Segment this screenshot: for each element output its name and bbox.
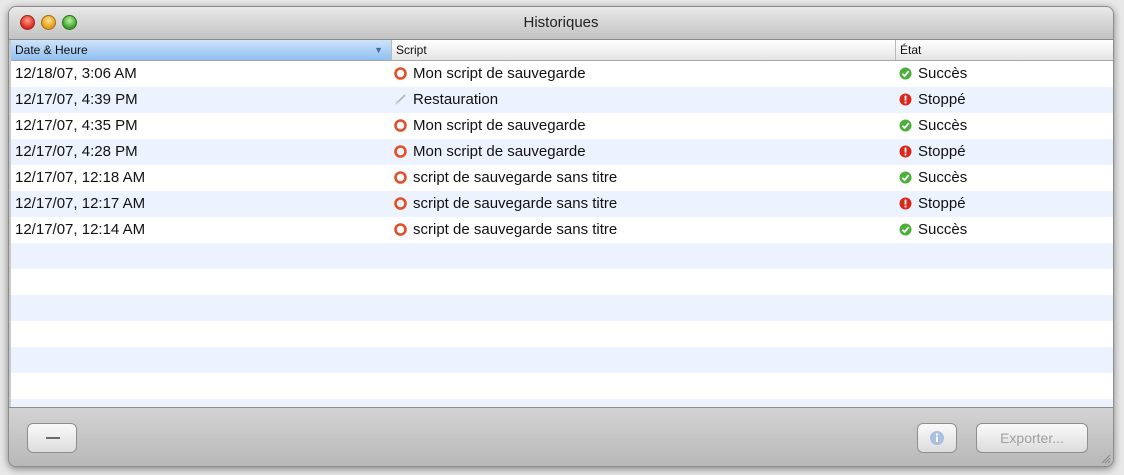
row-date: 12/18/07, 3:06 AM	[15, 65, 137, 82]
table-row[interactable]: 12/17/07, 12:18 AM script de sauvegarde s…	[11, 165, 1113, 191]
row-script: script de sauvegarde sans titre	[394, 165, 617, 191]
backup-icon	[394, 195, 413, 212]
row-script: script de sauvegarde sans titre	[394, 217, 617, 243]
row-state: Stoppé	[899, 87, 966, 113]
row-state-label: Succès	[918, 221, 968, 238]
remove-button[interactable]	[27, 423, 77, 453]
column-header-script[interactable]: Script	[392, 40, 895, 60]
row-script-label: Mon script de sauvegarde	[413, 143, 586, 160]
column-header-script-label: Script	[396, 43, 427, 57]
row-state: Stoppé	[899, 139, 966, 165]
row-state-label: Stoppé	[918, 195, 966, 212]
backup-icon	[394, 143, 413, 160]
success-check-icon	[899, 117, 918, 134]
table-row[interactable]: 12/17/07, 12:14 AM script de sauvegarde s…	[11, 217, 1113, 243]
empty-row[interactable]	[11, 321, 1113, 347]
row-state: Stoppé	[899, 191, 966, 217]
history-table: Date & Heure ▼ Script État 12/18/07, 3:0…	[11, 40, 1113, 407]
empty-row[interactable]	[11, 243, 1113, 269]
empty-row[interactable]	[11, 269, 1113, 295]
info-icon	[930, 431, 944, 445]
sort-descending-icon: ▼	[374, 45, 383, 55]
row-date: 12/17/07, 12:14 AM	[15, 221, 146, 238]
row-date: 12/17/07, 4:35 PM	[15, 117, 138, 134]
row-script: Restauration	[394, 87, 498, 113]
row-script-label: Restauration	[413, 91, 499, 108]
empty-row[interactable]	[11, 295, 1113, 321]
row-state: Succès	[899, 113, 967, 139]
column-header-state[interactable]: État	[896, 40, 1113, 60]
title-bar[interactable]: Historiques	[9, 7, 1113, 40]
table-row[interactable]: 12/17/07, 12:17 AM script de sauvegarde s…	[11, 191, 1113, 217]
backup-icon	[394, 221, 413, 238]
window-title: Historiques	[523, 14, 599, 31]
column-header-state-label: État	[900, 43, 922, 57]
table-row[interactable]: 12/17/07, 4:39 PM Restauration Stoppé	[11, 87, 1113, 113]
row-state-label: Succès	[918, 65, 968, 82]
row-script-label: script de sauvegarde sans titre	[413, 195, 618, 212]
row-state: Succès	[899, 61, 967, 87]
table-row[interactable]: 12/18/07, 3:06 AM Mon script de sauvegard…	[11, 61, 1113, 87]
row-date: 12/17/07, 12:18 AM	[15, 169, 146, 186]
stopped-alert-icon	[899, 143, 918, 160]
empty-row[interactable]	[11, 373, 1113, 399]
export-button[interactable]: Exporter...	[976, 423, 1088, 453]
column-header-date-label: Date & Heure	[15, 43, 88, 57]
restore-icon	[394, 91, 413, 108]
success-check-icon	[899, 221, 918, 238]
row-date: 12/17/07, 4:28 PM	[15, 143, 138, 160]
minus-icon	[46, 437, 60, 439]
row-state: Succès	[899, 165, 967, 191]
row-script-label: script de sauvegarde sans titre	[413, 221, 618, 238]
stopped-alert-icon	[899, 195, 918, 212]
history-window: Historiques Date & Heure ▼ Script État 1…	[8, 6, 1114, 467]
column-header-date[interactable]: Date & Heure ▼	[11, 40, 391, 60]
table-header: Date & Heure ▼ Script État	[11, 40, 1113, 61]
table-body: 12/18/07, 3:06 AM Mon script de sauvegard…	[11, 61, 1113, 407]
empty-row[interactable]	[11, 399, 1113, 407]
row-state-label: Succès	[918, 117, 968, 134]
row-script-label: Mon script de sauvegarde	[413, 65, 586, 82]
empty-row[interactable]	[11, 347, 1113, 373]
backup-icon	[394, 65, 413, 82]
info-button[interactable]	[917, 423, 957, 453]
bottom-bar: Exporter...	[9, 407, 1113, 466]
row-date: 12/17/07, 4:39 PM	[15, 91, 138, 108]
row-date: 12/17/07, 12:17 AM	[15, 195, 146, 212]
row-script: script de sauvegarde sans titre	[394, 191, 617, 217]
table-row[interactable]: 12/17/07, 4:28 PM Mon script de sauvegard…	[11, 139, 1113, 165]
row-state-label: Succès	[918, 169, 968, 186]
row-state: Succès	[899, 217, 967, 243]
row-script-label: script de sauvegarde sans titre	[413, 169, 618, 186]
row-state-label: Stoppé	[918, 91, 966, 108]
backup-icon	[394, 117, 413, 134]
stopped-alert-icon	[899, 91, 918, 108]
row-script: Mon script de sauvegarde	[394, 113, 586, 139]
row-script: Mon script de sauvegarde	[394, 139, 586, 165]
table-row[interactable]: 12/17/07, 4:35 PM Mon script de sauvegard…	[11, 113, 1113, 139]
success-check-icon	[899, 65, 918, 82]
row-state-label: Stoppé	[918, 143, 966, 160]
resize-grip-icon[interactable]	[1099, 452, 1111, 464]
backup-icon	[394, 169, 413, 186]
row-script-label: Mon script de sauvegarde	[413, 117, 586, 134]
row-script: Mon script de sauvegarde	[394, 61, 586, 87]
success-check-icon	[899, 169, 918, 186]
